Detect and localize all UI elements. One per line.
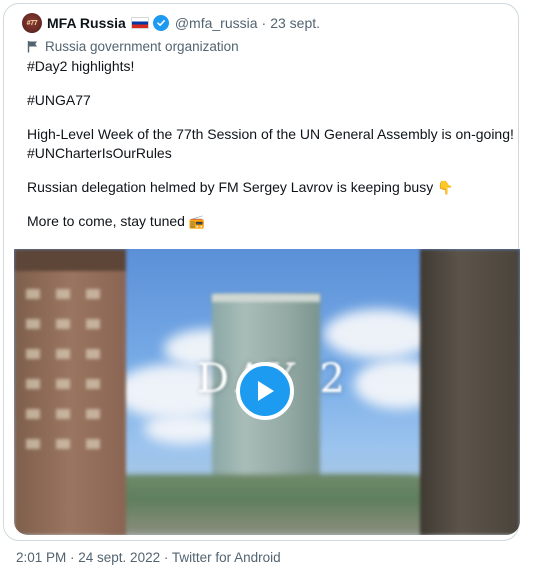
tweet-header: #77 MFA Russia @mfa_russia · 23 sept. bbox=[22, 13, 320, 33]
russia-flag-icon bbox=[130, 17, 149, 29]
pointing-down-emoji-icon: 👇 bbox=[437, 181, 454, 196]
video-player[interactable]: DAY 2 bbox=[14, 249, 520, 535]
flag-icon bbox=[27, 40, 39, 53]
play-button[interactable] bbox=[236, 362, 294, 420]
text-line: Russian delegation helmed by FM Sergey L… bbox=[27, 179, 454, 196]
text-line[interactable]: #Day2 highlights! bbox=[27, 57, 502, 76]
play-icon bbox=[258, 381, 274, 401]
handle[interactable]: @mfa_russia bbox=[175, 15, 258, 31]
text-line: More to come, stay tuned 📻 bbox=[27, 213, 206, 230]
org-label[interactable]: Russia government organization bbox=[45, 39, 239, 54]
right-building bbox=[420, 249, 520, 535]
hashtag-unga77[interactable]: #UNGA77 bbox=[27, 91, 502, 110]
tweet-date[interactable]: 23 sept. bbox=[270, 15, 320, 31]
left-building bbox=[14, 249, 126, 535]
tweet-timestamp[interactable]: 2:01 PM · 24 sept. 2022 · Twitter for An… bbox=[16, 550, 281, 565]
org-label-row: Russia government organization bbox=[27, 37, 239, 55]
separator-dot: · bbox=[261, 15, 267, 31]
avatar[interactable]: #77 bbox=[22, 13, 42, 33]
hashtag-uncharter[interactable]: #UNCharterIsOurRules bbox=[27, 144, 502, 163]
avatar-text: #77 bbox=[26, 19, 38, 27]
verified-badge-icon bbox=[152, 15, 169, 31]
display-name[interactable]: MFA Russia bbox=[47, 15, 126, 31]
radio-emoji-icon: 📻 bbox=[188, 215, 206, 230]
text-line: High-Level Week of the 77th Session of t… bbox=[27, 126, 514, 142]
tweet-text: #Day2 highlights! #UNGA77 High-Level Wee… bbox=[27, 57, 514, 231]
